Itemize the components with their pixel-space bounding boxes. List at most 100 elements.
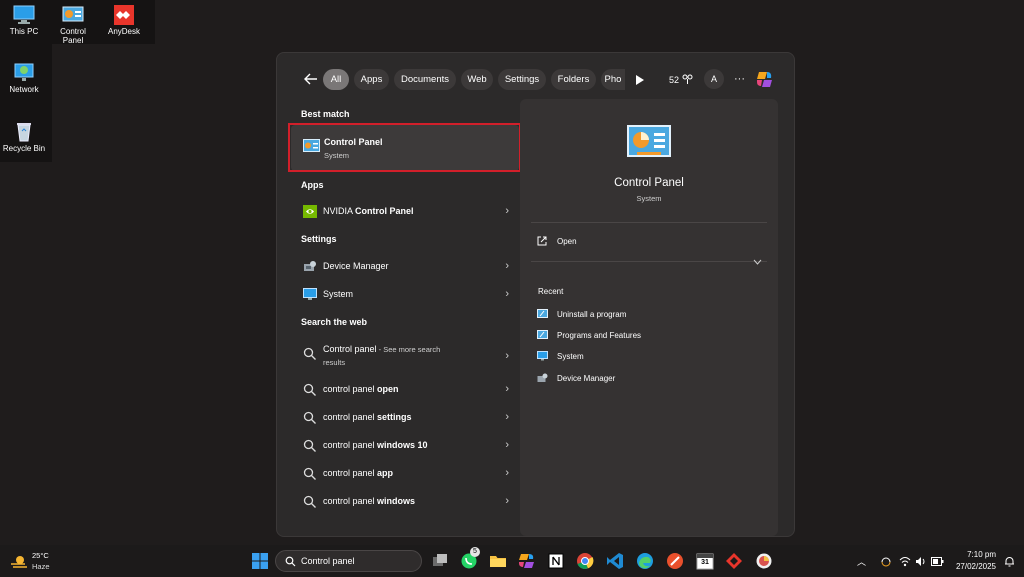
- clock-date[interactable]: 27/02/2025: [948, 562, 996, 571]
- result-label: control panel windows: [323, 496, 416, 506]
- calendar-icon[interactable]: 31: [696, 552, 714, 570]
- rewards-icon[interactable]: [682, 74, 693, 85]
- rewards-points: 52: [669, 75, 680, 85]
- clock-time[interactable]: 7:10 pm: [960, 550, 996, 559]
- wifi-icon[interactable]: [899, 556, 911, 567]
- chevron-right-icon: ›: [505, 467, 509, 479]
- desktop-icon-anydesk[interactable]: AnyDesk: [100, 5, 148, 36]
- calendar-day: 31: [701, 559, 709, 566]
- recent-programs-features[interactable]: Programs and Features: [537, 330, 737, 344]
- windows-start-icon[interactable]: [251, 552, 269, 570]
- network-icon: [14, 63, 34, 81]
- file-explorer-icon[interactable]: [489, 552, 507, 570]
- weather-widget[interactable]: 25°C Haze: [8, 551, 68, 573]
- web-result-open[interactable]: control panel open ›: [299, 378, 515, 402]
- search-icon: [303, 347, 316, 360]
- result-label: control panel windows 10: [323, 440, 428, 450]
- copilot-icon[interactable]: [755, 70, 774, 89]
- filter-documents[interactable]: Documents: [394, 69, 456, 90]
- anydesk-icon: [114, 5, 134, 25]
- desktop-icon-network[interactable]: Network: [0, 63, 48, 94]
- battery-icon[interactable]: [931, 557, 944, 566]
- preview-pane: Control Panel System Open Recent Uninsta…: [520, 99, 778, 536]
- result-label: control panel open: [323, 384, 399, 394]
- task-view-icon[interactable]: [431, 552, 449, 570]
- filter-apps[interactable]: Apps: [354, 69, 389, 90]
- web-result-windows[interactable]: control panel windows ›: [299, 490, 515, 514]
- recycle-bin-icon: [17, 123, 31, 142]
- notification-bell-icon[interactable]: [1004, 556, 1015, 567]
- notification-badge: 5: [470, 547, 480, 557]
- red-app-icon[interactable]: [666, 552, 684, 570]
- weather-temp: 25°C: [32, 551, 49, 560]
- system-icon: [303, 288, 317, 300]
- filter-web[interactable]: Web: [461, 69, 493, 90]
- device-manager-icon: [537, 373, 548, 382]
- result-device-manager[interactable]: Device Manager ›: [299, 255, 515, 279]
- search-icon: [285, 556, 296, 567]
- chrome-icon[interactable]: [576, 552, 594, 570]
- control-panel-icon: [62, 6, 84, 22]
- web-result-windows-10[interactable]: control panel windows 10 ›: [299, 434, 515, 458]
- taskbar: 25°C Haze Control panel 5 31 ︿ 7:10 pm 2…: [0, 545, 1024, 577]
- taskbar-search-value: Control panel: [301, 556, 355, 566]
- chevron-right-icon: ›: [505, 288, 509, 300]
- system-icon: [537, 351, 548, 361]
- recent-system[interactable]: System: [537, 351, 737, 365]
- desktop-icon-control-panel[interactable]: Control Panel: [49, 5, 97, 45]
- device-manager-icon: [304, 261, 316, 271]
- taskbar-search-box[interactable]: Control panel: [275, 550, 422, 572]
- result-label: control panel settings: [323, 412, 412, 422]
- desktop-icon-label: Recycle Bin: [2, 144, 46, 153]
- copilot-icon[interactable]: [518, 552, 536, 570]
- sync-icon[interactable]: [880, 556, 892, 568]
- filter-all[interactable]: All: [323, 69, 349, 90]
- play-scroll-icon[interactable]: [635, 74, 645, 86]
- volume-icon[interactable]: [915, 556, 927, 567]
- filter-photos[interactable]: Pho: [601, 69, 625, 90]
- desktop-icon-recycle-bin[interactable]: Recycle Bin: [0, 122, 48, 153]
- more-options-icon[interactable]: ···: [734, 73, 745, 85]
- chevron-right-icon: ›: [505, 495, 509, 507]
- filter-settings[interactable]: Settings: [498, 69, 546, 90]
- result-label: System: [323, 289, 354, 299]
- account-avatar[interactable]: A: [704, 69, 724, 89]
- chevron-right-icon: ›: [505, 205, 509, 217]
- open-label: Open: [557, 237, 577, 246]
- recent-label: System: [557, 352, 584, 361]
- control-panel-taskbar-icon[interactable]: [755, 552, 773, 570]
- notion-icon[interactable]: [547, 552, 565, 570]
- recent-device-manager[interactable]: Device Manager: [537, 373, 737, 387]
- recent-uninstall-program[interactable]: Uninstall a program: [537, 309, 737, 323]
- result-label-continued: results: [323, 358, 346, 367]
- recent-header: Recent: [538, 287, 564, 296]
- nvidia-icon: [303, 205, 317, 218]
- whatsapp-icon[interactable]: 5: [460, 547, 480, 570]
- apps-header: Apps: [301, 180, 324, 190]
- chevron-right-icon: ›: [505, 439, 509, 451]
- search-icon: [303, 439, 316, 452]
- anydesk-icon[interactable]: [725, 552, 743, 570]
- chevron-down-icon[interactable]: [753, 259, 762, 265]
- search-icon: [303, 411, 316, 424]
- result-system[interactable]: System ›: [299, 283, 515, 307]
- back-arrow-icon[interactable]: [303, 71, 319, 87]
- divider: [531, 222, 767, 223]
- weather-desc: Haze: [32, 562, 50, 571]
- chevron-right-icon: ›: [505, 411, 509, 423]
- filter-folders[interactable]: Folders: [551, 69, 596, 90]
- chevron-up-icon[interactable]: ︿: [857, 555, 866, 568]
- search-icon: [303, 467, 316, 480]
- web-result-settings[interactable]: control panel settings ›: [299, 406, 515, 430]
- monitor-icon: [13, 5, 35, 24]
- vscode-icon[interactable]: [606, 552, 624, 570]
- edge-icon[interactable]: [636, 552, 654, 570]
- desktop-icon-this-pc[interactable]: This PC: [0, 5, 48, 36]
- recent-label: Programs and Features: [557, 331, 642, 340]
- web-result-control-panel[interactable]: Control panel - See more search results …: [299, 340, 515, 374]
- result-nvidia-control-panel[interactable]: NVIDIA Control Panel ›: [299, 200, 515, 224]
- control-panel-icon: [537, 309, 548, 318]
- divider: [531, 261, 767, 262]
- open-action[interactable]: Open: [537, 235, 737, 249]
- web-result-app[interactable]: control panel app ›: [299, 462, 515, 486]
